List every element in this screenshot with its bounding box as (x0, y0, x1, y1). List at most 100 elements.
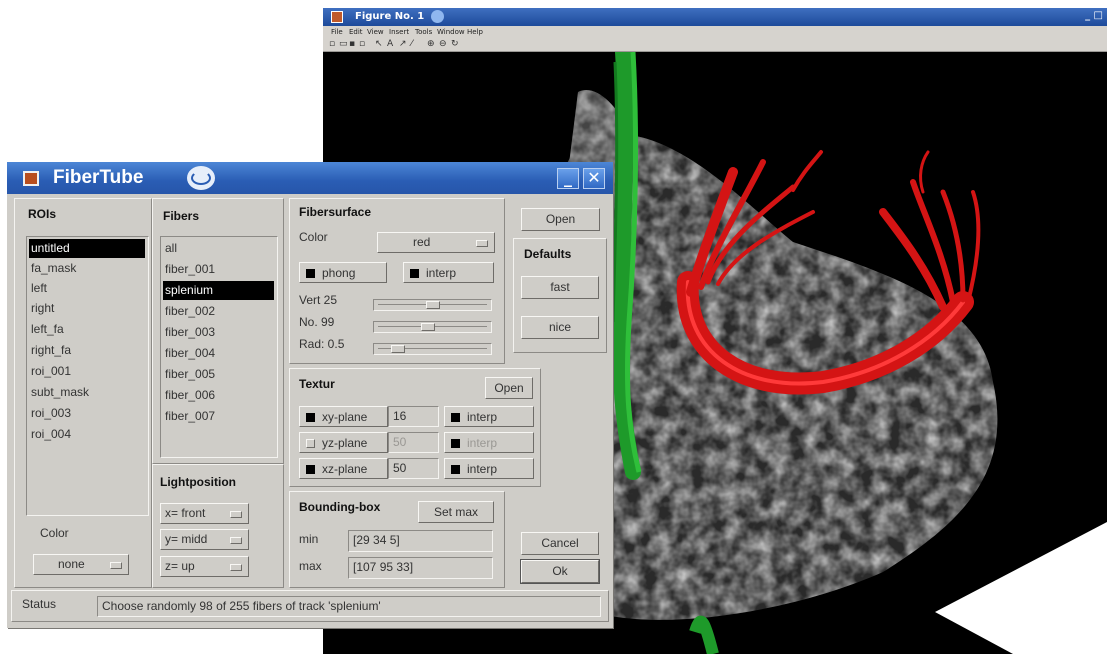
yz-plane-toggle[interactable]: yz-plane (299, 432, 388, 453)
fiber-item[interactable]: fiber_002 (163, 302, 274, 321)
phong-toggle[interactable]: phong (299, 262, 387, 283)
set-max-button[interactable]: Set max (418, 501, 494, 523)
rad-slider-thumb[interactable] (391, 345, 405, 353)
save-icon[interactable]: ▪ (349, 39, 355, 49)
textur-panel: Textur Open xy-plane 16 interp yz-plane … (289, 368, 541, 487)
fibertube-dialog: FiberTube _ ✕ ROIs untitled fa_mask left… (7, 162, 613, 628)
fiber-item[interactable]: fiber_005 (163, 365, 274, 384)
interp-indicator (451, 413, 460, 422)
roi-item[interactable]: right (29, 299, 145, 318)
menu-help[interactable]: Help (467, 28, 483, 36)
interp-label: interp (467, 436, 498, 450)
xz-plane-toggle[interactable]: xz-plane (299, 458, 388, 479)
surface-color-value: red (413, 235, 431, 249)
menu-tools[interactable]: Tools (415, 28, 432, 36)
xy-plane-label: xy-plane (322, 410, 368, 424)
zoom-in-icon[interactable]: ⊕ (427, 39, 435, 49)
zoom-out-icon[interactable]: ⊖ (439, 39, 447, 49)
yz-plane-indicator (306, 439, 315, 448)
xz-interp-toggle[interactable]: interp (444, 458, 534, 479)
phong-label: phong (322, 266, 356, 280)
figure-title: Figure No. 1 (355, 11, 425, 22)
rois-label: ROIs (28, 207, 57, 221)
interp-indicator (451, 439, 460, 448)
xz-plane-value[interactable]: 50 (388, 458, 439, 479)
roi-item[interactable]: left (29, 279, 145, 298)
vert-slider[interactable] (373, 299, 492, 311)
interp-label: interp (426, 266, 457, 280)
interp-indicator (451, 465, 460, 474)
roi-item[interactable]: subt_mask (29, 383, 145, 402)
close-button[interactable]: ✕ (583, 168, 605, 189)
xy-plane-toggle[interactable]: xy-plane (299, 406, 388, 427)
roi-item[interactable]: roi_001 (29, 362, 145, 381)
fibers-listbox[interactable]: all fiber_001 splenium fiber_002 fiber_0… (160, 236, 278, 458)
fiber-item[interactable]: fiber_001 (163, 260, 274, 279)
ok-button[interactable]: Ok (520, 559, 600, 584)
no-slider[interactable] (373, 321, 492, 333)
menu-window[interactable]: Window (437, 28, 465, 36)
xy-interp-toggle[interactable]: interp (444, 406, 534, 427)
roi-item[interactable]: left_fa (29, 320, 145, 339)
roi-item[interactable]: roi_004 (29, 425, 145, 444)
phong-indicator (306, 269, 315, 278)
roi-item-untitled[interactable]: untitled (29, 239, 145, 258)
lightposition-label: Lightposition (160, 475, 236, 489)
rois-listbox[interactable]: untitled fa_mask left right left_fa righ… (26, 236, 149, 516)
open-file-icon[interactable]: ▭ (339, 39, 348, 49)
insert-arrow-icon[interactable]: ↗ (399, 39, 407, 49)
fiber-item[interactable]: fiber_003 (163, 323, 274, 342)
minimize-button[interactable]: _ (557, 168, 579, 189)
surface-color-dropdown[interactable]: red (377, 232, 495, 253)
surface-interp-toggle[interactable]: interp (403, 262, 494, 283)
menu-view[interactable]: View (367, 28, 384, 36)
fibers-label: Fibers (163, 209, 200, 223)
vert-slider-thumb[interactable] (426, 301, 440, 309)
select-arrow-icon[interactable]: ↖ (375, 39, 383, 49)
bbox-max-field[interactable]: [107 95 33] (348, 557, 493, 579)
roi-color-label: Color (40, 526, 69, 540)
print-icon[interactable]: ▫ (359, 39, 365, 49)
cancel-button[interactable]: Cancel (521, 532, 599, 555)
fiber-item-splenium[interactable]: splenium (163, 281, 274, 300)
yz-plane-value[interactable]: 50 (388, 432, 439, 453)
fiber-item[interactable]: fiber_006 (163, 386, 274, 405)
nice-button[interactable]: nice (521, 316, 599, 339)
roi-item[interactable]: right_fa (29, 341, 145, 360)
menu-edit[interactable]: Edit (349, 28, 363, 36)
rois-panel: ROIs untitled fa_mask left right left_fa… (14, 198, 152, 588)
insert-line-icon[interactable]: ⁄ (411, 39, 413, 49)
textur-open-button[interactable]: Open (485, 377, 533, 399)
yz-interp-toggle[interactable]: interp (444, 432, 534, 453)
xy-plane-value[interactable]: 16 (388, 406, 439, 427)
menu-insert[interactable]: Insert (389, 28, 409, 36)
no-slider-thumb[interactable] (421, 323, 435, 331)
figure-window-buttons[interactable]: _ □ (1085, 10, 1103, 21)
roi-item[interactable]: fa_mask (29, 259, 145, 278)
fiber-item[interactable]: fiber_007 (163, 407, 274, 426)
fast-button[interactable]: fast (521, 276, 599, 299)
light-x-dropdown[interactable]: x= front (160, 503, 249, 524)
dropdown-arrow-icon (230, 537, 242, 544)
light-y-dropdown[interactable]: y= midd (160, 529, 249, 550)
rad-slider[interactable] (373, 343, 492, 355)
rotate-icon[interactable]: ↻ (451, 39, 459, 49)
roi-color-dropdown[interactable]: none (33, 554, 129, 575)
roi-item[interactable]: roi_003 (29, 404, 145, 423)
figure-title-decoration-icon (431, 10, 444, 23)
bbox-min-label: min (299, 532, 319, 546)
light-z-value: z= up (165, 559, 195, 573)
fiber-item[interactable]: all (163, 239, 274, 258)
dialog-titlebar[interactable]: FiberTube _ ✕ (7, 162, 613, 194)
xz-plane-label: xz-plane (322, 462, 368, 476)
fiber-item[interactable]: fiber_004 (163, 344, 274, 363)
no-label: No. 99 (299, 315, 335, 329)
menu-file[interactable]: File (331, 28, 343, 36)
roi-color-value: none (58, 557, 85, 571)
open-button[interactable]: Open (521, 208, 600, 231)
insert-text-icon[interactable]: A (387, 39, 393, 49)
new-figure-icon[interactable]: ▫ (329, 39, 335, 49)
fibers-panel: Fibers all fiber_001 splenium fiber_002 … (152, 198, 284, 464)
bbox-min-field[interactable]: [29 34 5] (348, 530, 493, 552)
light-z-dropdown[interactable]: z= up (160, 556, 249, 577)
